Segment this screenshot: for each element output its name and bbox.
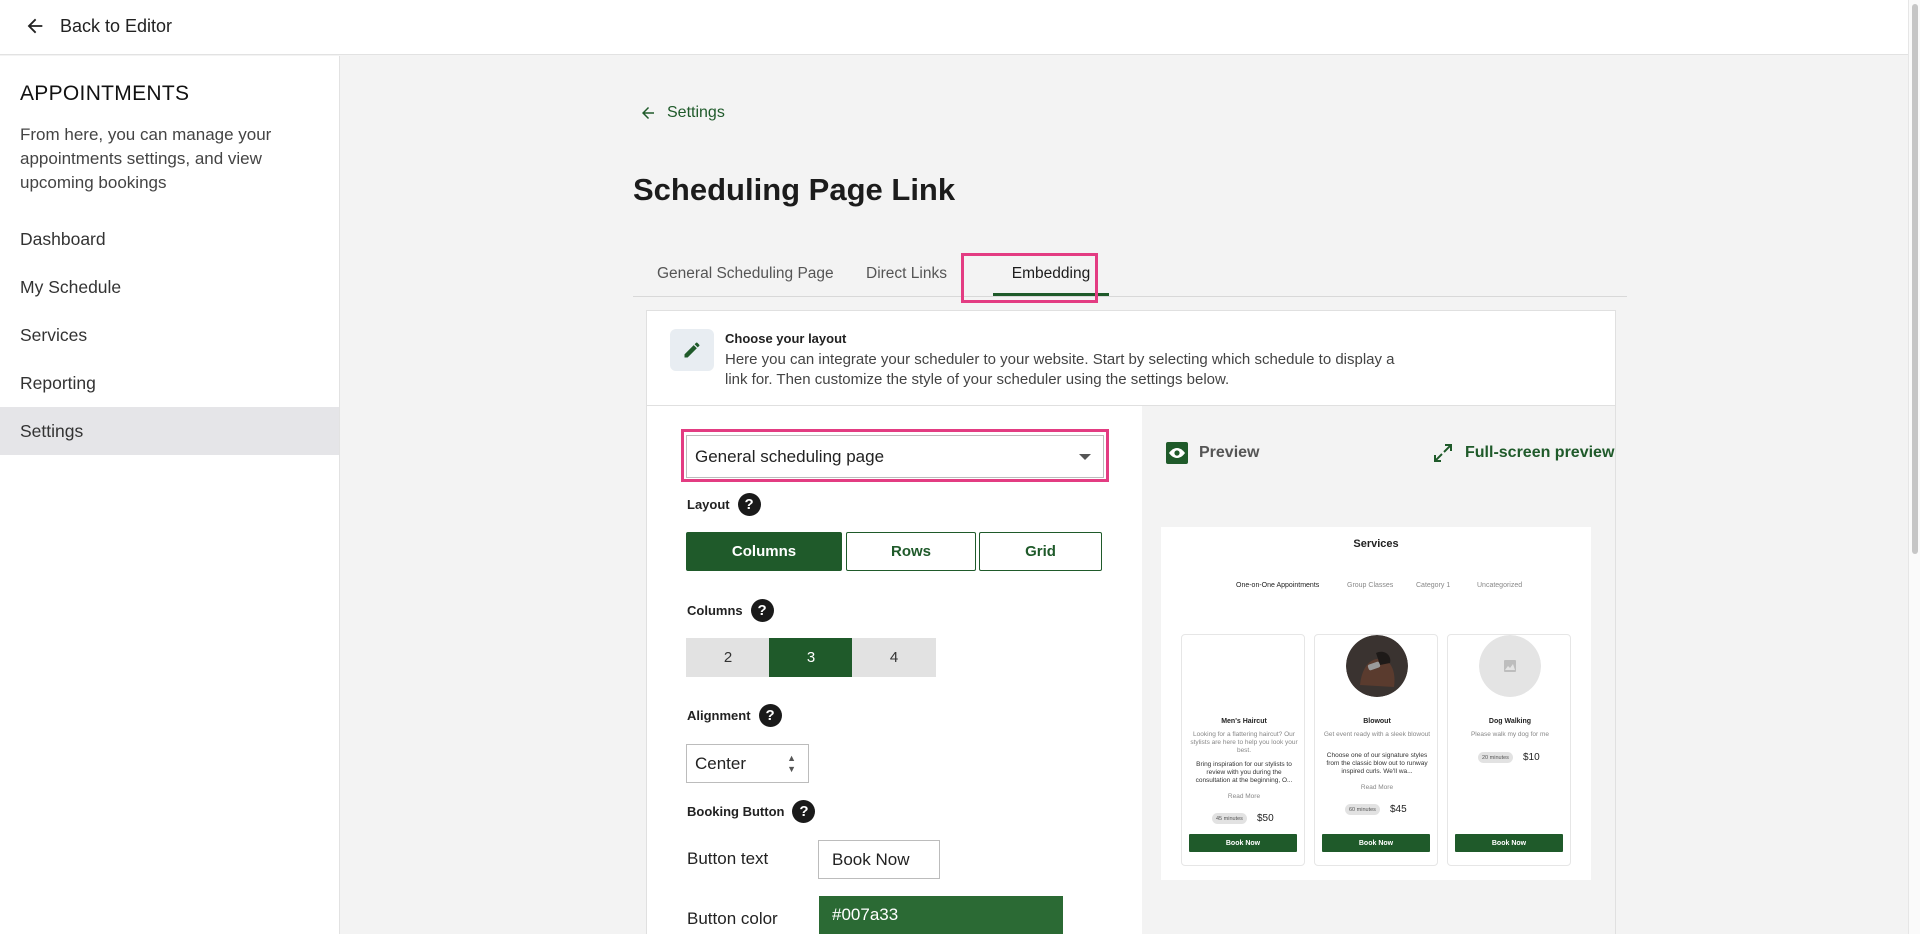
layout-rows-button[interactable]: Rows xyxy=(846,532,976,571)
columns-option-2[interactable]: 2 xyxy=(686,638,770,677)
card-price: $45 xyxy=(1390,804,1407,815)
button-text-input[interactable]: Book Now xyxy=(818,840,940,879)
top-bar: Back to Editor xyxy=(0,0,1908,55)
full-screen-preview-label: Full-screen preview xyxy=(1465,444,1615,461)
layout-columns-button[interactable]: Columns xyxy=(686,532,842,571)
card-book-button: Book Now xyxy=(1455,834,1563,852)
eye-icon xyxy=(1166,442,1188,464)
booking-button-label-row: Booking Button ? xyxy=(687,800,816,823)
sidebar-item-my-schedule[interactable]: My Schedule xyxy=(0,263,339,311)
card-name: Men's Haircut xyxy=(1221,718,1267,725)
preview-service-card: Dog Walking Please walk my dog for me 20… xyxy=(1447,634,1571,866)
alignment-label-row: Alignment ? xyxy=(687,704,782,727)
preview-tab-category-1: Category 1 xyxy=(1416,582,1451,589)
alignment-select[interactable]: Center ▲ ▼ xyxy=(686,744,809,783)
card-summary: Get event ready with a sleek blowout xyxy=(1323,731,1431,738)
card-price: $10 xyxy=(1523,752,1540,763)
help-icon[interactable]: ? xyxy=(758,704,782,727)
sidebar-item-settings[interactable]: Settings xyxy=(0,407,339,455)
full-screen-preview-link[interactable]: Full-screen preview xyxy=(1431,441,1614,465)
caret-down-icon xyxy=(1079,454,1091,460)
page-title: Scheduling Page Link xyxy=(633,172,956,207)
columns-label-row: Columns ? xyxy=(687,599,774,622)
layout-grid-button[interactable]: Grid xyxy=(979,532,1102,571)
tab-direct-links[interactable]: Direct Links xyxy=(866,252,947,296)
layout-label-row: Layout ? xyxy=(687,493,761,516)
pencil-icon xyxy=(684,342,700,358)
sidebar-title: APPOINTMENTS xyxy=(20,82,190,105)
alignment-value: Center xyxy=(695,753,747,773)
booking-button-label: Booking Button xyxy=(687,804,785,819)
info-title: Choose your layout xyxy=(725,331,847,346)
card-read-more: Read More xyxy=(1360,784,1394,791)
help-icon[interactable]: ? xyxy=(792,800,816,823)
back-to-editor-link[interactable]: Back to Editor xyxy=(24,15,172,37)
preview-label: Preview xyxy=(1199,444,1260,461)
service-photo xyxy=(1346,635,1408,697)
layout-label: Layout xyxy=(687,497,730,512)
schedule-select[interactable]: General scheduling page xyxy=(686,435,1104,478)
card-name: Dog Walking xyxy=(1488,718,1532,725)
tab-embedding[interactable]: Embedding xyxy=(991,252,1111,296)
card-duration-badge: 60 minutes xyxy=(1345,804,1380,815)
card-summary: Looking for a flattering haircut? Our st… xyxy=(1190,731,1298,754)
breadcrumb-settings[interactable]: Settings xyxy=(639,104,725,122)
arrow-left-icon xyxy=(27,18,43,34)
breadcrumb-label: Settings xyxy=(667,104,725,121)
sidebar-item-dashboard[interactable]: Dashboard xyxy=(0,215,339,263)
columns-option-3[interactable]: 3 xyxy=(769,638,853,677)
image-placeholder-icon xyxy=(1479,635,1541,697)
card-duration-badge: 20 minutes xyxy=(1478,752,1513,763)
button-color-label: Button color xyxy=(687,909,778,928)
preview-tab-group-classes: Group Classes xyxy=(1347,582,1394,589)
spinner-arrows-icon: ▲ ▼ xyxy=(787,753,796,774)
preview-service-card: Men's Haircut Looking for a flattering h… xyxy=(1181,634,1305,866)
preview-tab-uncategorized: Uncategorized xyxy=(1477,582,1523,589)
expand-icon xyxy=(1434,444,1452,462)
preview-service-card: Blowout Get event ready with a sleek blo… xyxy=(1314,634,1438,866)
columns-option-4[interactable]: 4 xyxy=(852,638,936,677)
preview-services-title: Services xyxy=(1353,538,1399,550)
page-scrollbar[interactable] xyxy=(1908,0,1920,934)
columns-label: Columns xyxy=(687,603,743,618)
button-text-label: Button text xyxy=(687,849,769,868)
sidebar-description: From here, you can manage your appointme… xyxy=(20,125,272,192)
sidebar: APPOINTMENTS From here, you can manage y… xyxy=(0,56,340,934)
preview-tab-one-on-one: One-on-One Appointments xyxy=(1236,582,1320,589)
button-color-input[interactable]: #007a33 xyxy=(819,896,1063,934)
help-icon[interactable]: ? xyxy=(737,493,761,516)
schedule-select-value: General scheduling page xyxy=(695,446,885,466)
arrow-left-icon xyxy=(642,107,654,119)
tab-general-scheduling-page[interactable]: General Scheduling Page xyxy=(657,252,834,296)
card-book-button: Book Now xyxy=(1189,834,1297,852)
sidebar-nav: Dashboard My Schedule Services Reporting… xyxy=(0,215,339,455)
card-details: Choose one of our signature styles from … xyxy=(1326,752,1428,775)
card-summary: Please walk my dog for me xyxy=(1470,731,1550,738)
help-icon[interactable]: ? xyxy=(750,599,774,622)
info-text: Here you can integrate your scheduler to… xyxy=(725,351,1395,388)
card-duration-badge: 45 minutes xyxy=(1212,813,1247,824)
card-price: $50 xyxy=(1257,813,1274,824)
card-name: Blowout xyxy=(1363,718,1391,725)
tab-bar: General Scheduling Page Direct Links Emb… xyxy=(633,252,1627,297)
sidebar-item-reporting[interactable]: Reporting xyxy=(0,359,339,407)
preview-link[interactable]: Preview xyxy=(1165,441,1259,465)
pencil-icon-box xyxy=(670,329,714,371)
alignment-label: Alignment xyxy=(687,708,751,723)
layout-info-card: Choose your layout Here you can integrat… xyxy=(646,310,1616,406)
scrollbar-thumb[interactable] xyxy=(1912,4,1918,554)
back-to-editor-label: Back to Editor xyxy=(60,15,173,36)
card-book-button: Book Now xyxy=(1322,834,1430,852)
card-details: Bring inspiration for our stylists to re… xyxy=(1195,761,1293,784)
sidebar-item-services[interactable]: Services xyxy=(0,311,339,359)
scheduler-preview: Services One-on-One Appointments Group C… xyxy=(1161,527,1591,880)
card-read-more: Read More xyxy=(1227,793,1261,800)
